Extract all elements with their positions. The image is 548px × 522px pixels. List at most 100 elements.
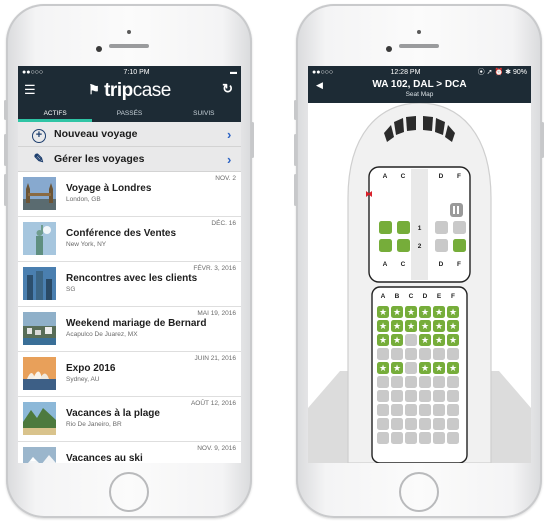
seat-occupied (377, 404, 389, 416)
seat-occupied (391, 376, 403, 388)
seat-occupied (377, 348, 389, 360)
seat-occupied (433, 390, 445, 402)
column-label: C (401, 173, 406, 180)
column-label: F (457, 261, 461, 268)
seat-occupied (435, 221, 448, 234)
trip-date: DÉC. 16 (211, 220, 236, 227)
volume-up-button (294, 134, 297, 166)
trip-location: London, GB (66, 196, 101, 203)
star-icon: ★ (393, 364, 401, 374)
signal-indicator: ●●○○○ (22, 68, 44, 76)
star-icon: ★ (393, 322, 401, 332)
new-trip-row[interactable]: + Nouveau voyage › (18, 122, 241, 147)
seat-occupied (433, 404, 445, 416)
status-time: 7:10 PM (123, 68, 150, 76)
star-icon: ★ (435, 308, 443, 318)
pencil-icon: ✎ (33, 151, 45, 166)
front-camera (386, 46, 392, 52)
star-icon: ★ (421, 308, 429, 318)
trip-date: AOÛT 12, 2016 (190, 400, 236, 407)
star-icon: ★ (449, 364, 457, 374)
seat-occupied (433, 348, 445, 360)
newyork-thumbnail (23, 222, 56, 255)
trip-date: NOV. 2 (215, 175, 236, 182)
logo-text-light: case (132, 80, 172, 101)
column-label: D (439, 173, 444, 180)
seat-occupied (405, 334, 417, 346)
tab-actifs[interactable]: ACTIFS (18, 108, 93, 122)
flight-route-title: WA 102, DAL > DCA (372, 79, 467, 90)
trip-name: Vacances à la plage (66, 408, 160, 419)
right-wing (491, 371, 531, 463)
column-label: A (381, 293, 386, 300)
seat-occupied (405, 404, 417, 416)
trip-list: NOV. 2 Voyage à Londres London, GB DÉC. … (18, 172, 241, 463)
mute-switch (4, 100, 7, 120)
star-icon: ★ (407, 308, 415, 318)
status-bar: ●●○○○ 7:10 PM ▬ (18, 66, 241, 78)
seat-occupied (447, 348, 459, 360)
star-icon: ★ (379, 336, 387, 346)
logo-text-bold: trip (104, 80, 133, 101)
seat-occupied (453, 221, 466, 234)
home-button[interactable] (399, 472, 439, 512)
seat-occupied (405, 376, 417, 388)
trip-item-acapulco[interactable]: MAI 19, 2016 Weekend mariage de Bernard … (18, 307, 241, 352)
star-icon: ★ (379, 308, 387, 318)
volume-down-button (294, 174, 297, 206)
manage-trips-row[interactable]: ✎ Gérer les voyages › (18, 147, 241, 172)
tab-passes[interactable]: PASSÉS (92, 108, 166, 122)
seat-map-subtitle: Seat Map (405, 91, 434, 98)
seat-occupied (433, 376, 445, 388)
power-button (541, 122, 544, 158)
screen-left: ●●○○○ 7:10 PM ▬ ☰ ⚑ tripcase ↻ ACTIFS PA… (18, 66, 241, 463)
status-time: 12:28 PM (390, 68, 421, 76)
seat-occupied (447, 432, 459, 444)
seat-occupied (405, 390, 417, 402)
star-icon: ★ (393, 308, 401, 318)
trip-item-ski[interactable]: NOV. 9, 2016 Vacances au ski (18, 442, 241, 463)
trip-item-sydney[interactable]: JUIN 21, 2016 Expo 2016 Sydney, AU (18, 352, 241, 397)
signal-indicator: ●●○○○ (312, 68, 334, 76)
seat-occupied (391, 348, 403, 360)
star-icon: ★ (449, 336, 457, 346)
seat-available[interactable] (379, 221, 392, 234)
lavatory-icon (450, 203, 463, 217)
star-icon: ★ (379, 364, 387, 374)
earpiece-speaker (399, 44, 439, 48)
seat-available[interactable] (397, 221, 410, 234)
column-label: F (457, 173, 461, 180)
seat-occupied (419, 418, 431, 430)
seat-occupied (377, 390, 389, 402)
column-label: F (451, 293, 455, 300)
ski-thumbnail (23, 447, 56, 463)
seat-occupied (391, 390, 403, 402)
earpiece-speaker (109, 44, 149, 48)
trip-item-rio[interactable]: AOÛT 12, 2016 Vacances à la plage Rio De… (18, 397, 241, 442)
seat-occupied (433, 418, 445, 430)
trip-item-newyork[interactable]: DÉC. 16 Conférence des Ventes New York, … (18, 217, 241, 262)
seat-available[interactable] (397, 239, 410, 252)
power-button (251, 122, 254, 158)
column-label: E (437, 293, 442, 300)
tab-bar: ACTIFS PASSÉS SUIVIS (18, 108, 241, 122)
trip-name: Weekend mariage de Bernard (66, 318, 207, 329)
home-button[interactable] (109, 472, 149, 512)
seat-available[interactable] (453, 239, 466, 252)
tab-suivis[interactable]: SUIVIS (167, 108, 241, 122)
seat-occupied (391, 432, 403, 444)
airplane-seat-map: A C D F A C D F 1 2 A B C D E F ★ ★ ★ ★ ★ ★ ★ ★ ★ ★ ★ ★ ★ ★ ★ ★ ★ ★ ★ ★ ★ ★ (308, 102, 531, 463)
column-label: C (401, 261, 406, 268)
battery-icon: ▬ (230, 68, 237, 76)
trip-item-london[interactable]: NOV. 2 Voyage à Londres London, GB (18, 172, 241, 217)
trip-location: Sydney, AU (66, 376, 100, 383)
seatmap-header: ●●○○○ 12:28 PM ⦿ ➚ ⏰ ✱ 90% ◀ WA 102, DAL… (308, 66, 531, 103)
star-icon: ★ (379, 322, 387, 332)
refresh-icon[interactable]: ↻ (222, 81, 233, 97)
star-icon: ★ (421, 336, 429, 346)
seat-available[interactable] (379, 239, 392, 252)
seat-occupied (447, 418, 459, 430)
plus-circle-icon: + (32, 128, 46, 143)
status-bar: ●●○○○ 12:28 PM ⦿ ➚ ⏰ ✱ 90% (308, 66, 531, 78)
trip-item-singapore[interactable]: FÉVR. 3, 2016 Rencontres avec les client… (18, 262, 241, 307)
